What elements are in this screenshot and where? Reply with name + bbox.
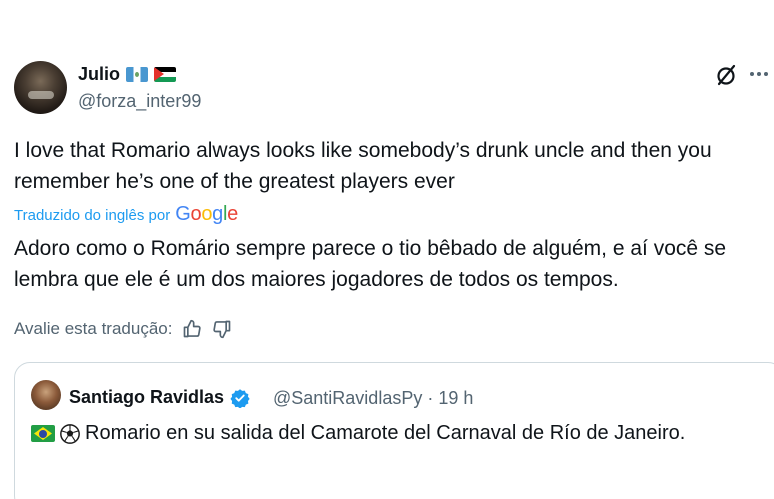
tweet: Julio @forza_inter99 I love that Romario…: [0, 0, 774, 499]
rate-translation-label: Avalie esta tradução:: [14, 319, 173, 338]
palestine-flag: [154, 67, 177, 82]
grok-icon[interactable]: [714, 63, 738, 87]
quoted-author-name[interactable]: Santiago Ravidlas: [69, 387, 224, 408]
more-icon[interactable]: [750, 66, 772, 82]
translated-text: Adoro como o Romário sempre parece o tio…: [14, 237, 727, 291]
author-avatar[interactable]: [14, 61, 67, 114]
rate-translation: Avalie esta tradução:: [14, 319, 232, 339]
quoted-text-row: Romario en su salida del Camarote del Ca…: [31, 422, 685, 445]
author-name-row[interactable]: Julio: [78, 64, 177, 85]
translated-by-label: Traduzido do inglês por: [14, 207, 171, 224]
quoted-author-avatar[interactable]: [31, 380, 61, 410]
thumbs-down-icon[interactable]: [212, 319, 232, 339]
thumbs-up-icon[interactable]: [182, 319, 202, 339]
quoted-tweet[interactable]: Santiago Ravidlas @SantiRavidlasPy · 19 …: [14, 362, 774, 499]
google-logo: Google: [175, 203, 238, 225]
translation-attribution[interactable]: Traduzido do inglês por Google: [14, 203, 238, 226]
quoted-author-name-row[interactable]: Santiago Ravidlas: [69, 387, 250, 408]
author-handle[interactable]: @forza_inter99: [78, 91, 201, 112]
soccer-ball-icon: [60, 423, 80, 444]
tweet-text: I love that Romario always looks like so…: [14, 139, 712, 193]
guatemala-flag: [126, 67, 149, 82]
verified-icon: [230, 388, 250, 408]
quoted-meta[interactable]: @SantiRavidlasPy · 19 h: [273, 388, 473, 409]
author-name[interactable]: Julio: [78, 64, 120, 85]
brazil-flag: [31, 425, 55, 442]
quoted-text: Romario en su salida del Camarote del Ca…: [85, 422, 686, 444]
